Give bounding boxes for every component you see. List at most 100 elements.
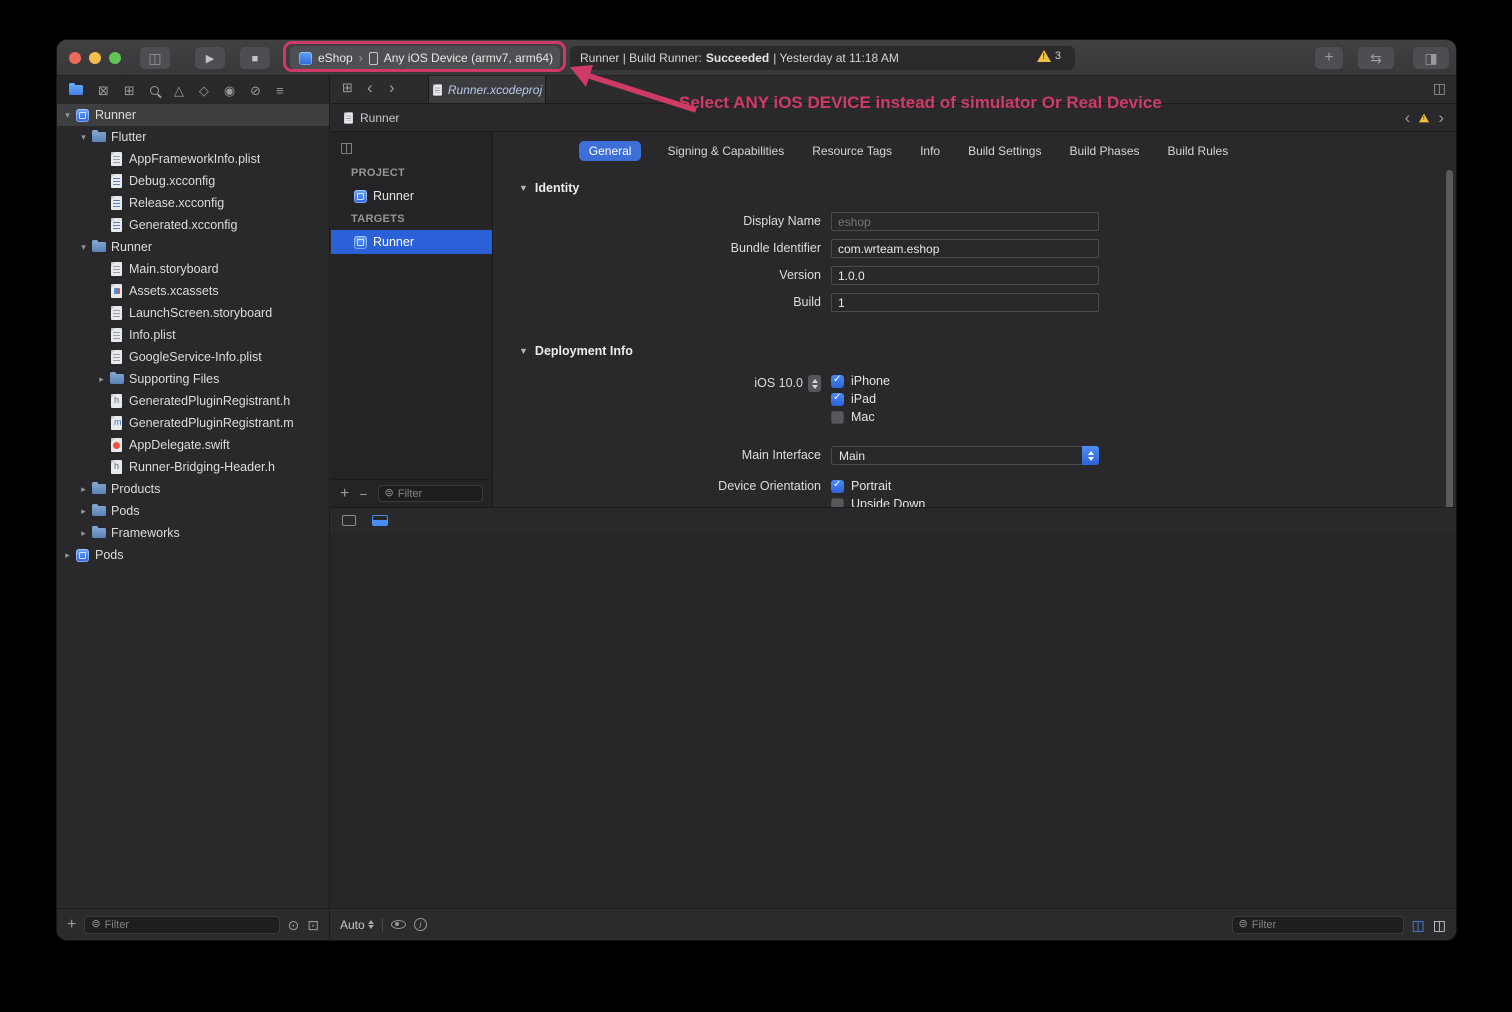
toggle-debug-area-icon[interactable] — [372, 515, 388, 526]
checkbox-ipad[interactable]: iPad — [831, 392, 890, 406]
deployment-info-section-header[interactable]: Deployment Info — [493, 344, 1456, 358]
nav-item-group[interactable]: Supporting Files — [57, 368, 329, 390]
tab-info[interactable]: Info — [918, 141, 942, 161]
variables-view-mode-dropdown[interactable]: Auto — [340, 918, 374, 932]
disclosure-triangle-icon[interactable] — [61, 110, 74, 121]
vertical-scrollbar[interactable] — [1446, 170, 1453, 507]
nav-item-group[interactable]: Products — [57, 478, 329, 500]
nav-item-group[interactable]: Runner — [57, 236, 329, 258]
main-interface-dropdown[interactable]: Main — [831, 446, 1099, 465]
tab-build-phases[interactable]: Build Phases — [1067, 141, 1141, 161]
version-stepper[interactable] — [808, 375, 821, 392]
nav-item-file[interactable]: Debug.xcconfig — [57, 170, 329, 192]
symbol-navigator-icon[interactable] — [124, 84, 135, 97]
nav-item-group[interactable]: Pods — [57, 500, 329, 522]
nav-item-file[interactable]: Info.plist — [57, 324, 329, 346]
tab-build-rules[interactable]: Build Rules — [1166, 141, 1231, 161]
nav-item-file[interactable]: Generated.xcconfig — [57, 214, 329, 236]
display-name-field[interactable] — [831, 212, 1099, 231]
disclosure-triangle-icon[interactable] — [77, 242, 90, 253]
scm-status-filter-icon[interactable] — [307, 918, 319, 932]
nav-item-file[interactable]: Release.xcconfig — [57, 192, 329, 214]
nav-item-file[interactable]: Runner-Bridging-Header.h — [57, 456, 329, 478]
project-row[interactable]: Runner — [331, 184, 492, 208]
disclosure-triangle-icon[interactable] — [61, 550, 74, 561]
tab-runner-xcodeproj[interactable]: Runner.xcodeproj — [428, 76, 546, 103]
next-issue-button[interactable] — [1438, 109, 1444, 126]
disclosure-triangle-icon[interactable] — [77, 484, 90, 495]
back-button[interactable] — [367, 79, 373, 96]
editor-layout-button[interactable] — [1358, 47, 1394, 69]
info-icon[interactable] — [414, 918, 427, 931]
quicklook-eye-icon[interactable] — [391, 920, 406, 929]
tab-build-settings[interactable]: Build Settings — [966, 141, 1043, 161]
previous-issue-button[interactable] — [1405, 109, 1411, 126]
add-target-button[interactable] — [340, 486, 349, 502]
navigator-filter-input[interactable] — [105, 919, 273, 931]
nav-item-file[interactable]: LaunchScreen.storyboard — [57, 302, 329, 324]
hide-projects-list-icon[interactable] — [340, 140, 353, 154]
show-variables-view-icon[interactable] — [1412, 918, 1425, 932]
target-filter-input[interactable] — [398, 488, 476, 500]
tab-general[interactable]: General — [579, 141, 642, 161]
checkbox-portrait[interactable]: Portrait — [831, 479, 945, 493]
nav-item-file[interactable]: AppDelegate.swift — [57, 434, 329, 456]
checkbox-mac[interactable]: Mac — [831, 410, 890, 424]
show-console-view-icon[interactable] — [1433, 918, 1446, 932]
target-filter-field[interactable] — [378, 485, 483, 502]
bundle-identifier-field[interactable] — [831, 239, 1099, 258]
console-filter-input[interactable] — [1252, 919, 1397, 931]
issue-navigator-icon[interactable] — [174, 84, 184, 97]
forward-button[interactable] — [389, 79, 395, 96]
nav-item-project[interactable]: Runner — [57, 104, 329, 126]
remove-target-button[interactable] — [359, 487, 367, 501]
toggle-navigator-button[interactable] — [140, 47, 170, 69]
nav-item-group[interactable]: Frameworks — [57, 522, 329, 544]
nav-item-project[interactable]: Pods — [57, 544, 329, 566]
nav-item-file[interactable]: GeneratedPluginRegistrant.h — [57, 390, 329, 412]
version-field[interactable] — [831, 266, 1099, 285]
navigator-filter-field[interactable] — [84, 916, 279, 934]
add-editor-icon[interactable] — [1433, 81, 1446, 95]
debug-area-layout-icon[interactable] — [342, 515, 356, 526]
run-button[interactable] — [195, 47, 225, 69]
jumpbar-item[interactable]: Runner — [360, 111, 399, 125]
debug-navigator-icon[interactable] — [224, 84, 235, 97]
tab-signing-capabilities[interactable]: Signing & Capabilities — [665, 141, 786, 161]
nav-item-group[interactable]: Flutter — [57, 126, 329, 148]
toggle-inspectors-button[interactable] — [1413, 47, 1449, 69]
nav-item-file[interactable]: AppFrameworkInfo.plist — [57, 148, 329, 170]
identity-section-header[interactable]: Identity — [493, 181, 1456, 195]
nav-item-file[interactable]: GoogleService-Info.plist — [57, 346, 329, 368]
nav-item-file[interactable]: Assets.xcassets — [57, 280, 329, 302]
disclosure-triangle-icon[interactable] — [77, 132, 90, 143]
breakpoint-navigator-icon[interactable] — [250, 84, 261, 97]
disclosure-triangle-icon[interactable] — [77, 528, 90, 539]
add-editor-library-button[interactable] — [1315, 47, 1343, 69]
source-control-icon[interactable] — [98, 84, 109, 97]
warning-triangle-icon[interactable] — [1419, 113, 1429, 122]
find-icon[interactable] — [150, 86, 159, 95]
nav-item-file[interactable]: Main.storyboard — [57, 258, 329, 280]
checkbox-upside-down[interactable]: Upside Down — [831, 497, 945, 507]
tab-resource-tags[interactable]: Resource Tags — [810, 141, 894, 161]
close-window-button[interactable] — [69, 52, 81, 64]
nav-item-file[interactable]: GeneratedPluginRegistrant.m — [57, 412, 329, 434]
warning-badge[interactable]: 3 — [1037, 50, 1061, 62]
related-items-icon[interactable] — [342, 81, 353, 94]
scheme-selector[interactable]: eShop › Any iOS Device (armv7, arm64) — [290, 46, 560, 70]
project-navigator-icon[interactable] — [69, 85, 83, 95]
test-navigator-icon[interactable] — [199, 84, 209, 97]
console-filter-field[interactable] — [1232, 916, 1404, 934]
target-row-runner[interactable]: Runner — [331, 230, 492, 254]
report-navigator-icon[interactable] — [276, 84, 284, 97]
zoom-window-button[interactable] — [109, 52, 121, 64]
add-file-button[interactable] — [67, 917, 76, 933]
disclosure-triangle-icon[interactable] — [95, 374, 108, 385]
stop-button[interactable] — [240, 47, 270, 69]
build-field[interactable] — [831, 293, 1099, 312]
disclosure-triangle-icon[interactable] — [77, 506, 90, 517]
recent-files-icon[interactable] — [288, 918, 300, 932]
minimize-window-button[interactable] — [89, 52, 101, 64]
checkbox-iphone[interactable]: iPhone — [831, 374, 890, 388]
